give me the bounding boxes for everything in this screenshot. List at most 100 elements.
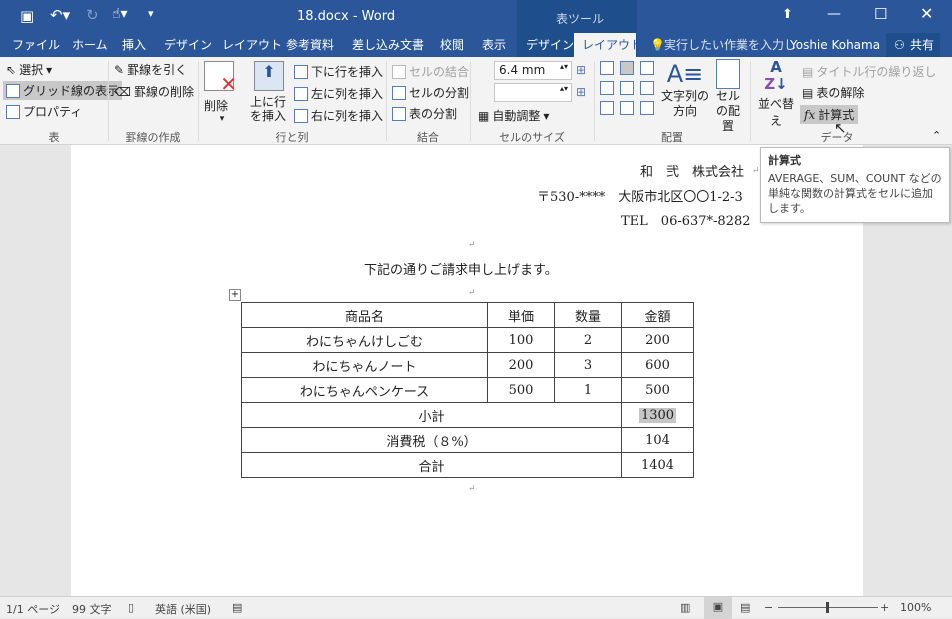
distribute-columns-icon[interactable]: ⊞ bbox=[576, 85, 586, 99]
split-table-button[interactable]: 表の分割 bbox=[392, 105, 457, 122]
language[interactable]: 英語 (米国) bbox=[155, 601, 211, 617]
tax-row: 消費税（８%） 104 bbox=[241, 427, 694, 453]
header-cell[interactable]: 金額 bbox=[621, 302, 694, 328]
header-cell[interactable]: 数量 bbox=[554, 302, 622, 328]
align-middle-right-icon[interactable] bbox=[640, 81, 654, 95]
table-row: わにちゃんペンケース 500 1 500 bbox=[241, 377, 694, 403]
print-layout-icon[interactable]: ▣ bbox=[704, 597, 732, 619]
collapse-ribbon-icon[interactable]: ⌃ bbox=[932, 129, 941, 142]
header-cell[interactable]: 商品名 bbox=[241, 302, 488, 328]
cell[interactable]: 2 bbox=[554, 327, 622, 353]
ribbon-display-icon[interactable]: ⬆ bbox=[782, 7, 793, 22]
page-count[interactable]: 1/1 ページ bbox=[6, 601, 60, 617]
touch-mode-icon[interactable]: ☝▾ bbox=[112, 6, 128, 22]
cell[interactable]: 600 bbox=[621, 352, 694, 378]
subtotal-value[interactable]: 1300 bbox=[638, 407, 677, 423]
cell[interactable]: 500 bbox=[487, 377, 555, 403]
customize-qat-icon[interactable]: ▾ bbox=[148, 7, 154, 20]
tab-design[interactable]: デザイン bbox=[160, 33, 216, 57]
insert-left-button[interactable]: 左に列を挿入 bbox=[294, 85, 383, 102]
properties-button[interactable]: プロパティ bbox=[6, 103, 82, 120]
column-width-input[interactable]: ▴▾ bbox=[494, 83, 572, 102]
tab-table-design[interactable]: デザイン bbox=[522, 33, 578, 57]
word-count[interactable]: 99 文字 bbox=[72, 601, 112, 617]
align-middle-left-icon[interactable] bbox=[600, 81, 614, 95]
cell[interactable]: わにちゃんけしごむ bbox=[241, 327, 488, 353]
zoom-slider-thumb[interactable] bbox=[826, 602, 829, 613]
read-mode-icon[interactable]: ▥ bbox=[680, 601, 690, 614]
tab-references[interactable]: 参考資料 bbox=[282, 33, 338, 57]
text-direction-icon: A≡ bbox=[666, 60, 704, 88]
tab-mailings[interactable]: 差し込み文書 bbox=[348, 33, 428, 57]
cell[interactable]: わにちゃんノート bbox=[241, 352, 488, 378]
sort-button[interactable]: A Z↓ 並べ替え bbox=[754, 59, 798, 129]
cell[interactable]: 500 bbox=[621, 377, 694, 403]
cell[interactable]: 104 bbox=[621, 427, 694, 453]
redo-icon[interactable]: ↻ bbox=[86, 6, 99, 24]
eraser-button[interactable]: ⌫ 罫線の削除 bbox=[114, 83, 194, 100]
split-cells-button[interactable]: セルの分割 bbox=[392, 84, 469, 101]
align-top-center-icon[interactable] bbox=[620, 61, 634, 75]
cell[interactable]: 小計 bbox=[241, 402, 622, 428]
close-button[interactable]: ✕ bbox=[920, 4, 933, 23]
macro-icon[interactable]: ▤ bbox=[232, 601, 242, 614]
maximize-button[interactable]: ☐ bbox=[874, 5, 887, 23]
align-bottom-left-icon[interactable] bbox=[600, 101, 614, 115]
cell[interactable]: 消費税（８%） bbox=[241, 427, 622, 453]
merge-cells-button[interactable]: セルの結合 bbox=[392, 63, 469, 80]
row-height-input[interactable]: 6.4 mm ▴▾ bbox=[494, 61, 572, 80]
cell[interactable]: 1 bbox=[554, 377, 622, 403]
user-name[interactable]: Yoshie Kohama bbox=[786, 33, 884, 57]
repeat-header-rows-button[interactable]: ▤ タイトル行の繰り返し bbox=[802, 63, 936, 80]
tab-view[interactable]: 表示 bbox=[478, 33, 510, 57]
web-layout-icon[interactable]: ▤ bbox=[740, 601, 750, 614]
cell[interactable]: 1300 bbox=[621, 402, 694, 428]
proofing-icon[interactable]: ▯ bbox=[128, 601, 134, 614]
align-bottom-center-icon[interactable] bbox=[620, 101, 634, 115]
cell[interactable]: 200 bbox=[621, 327, 694, 353]
select-button[interactable]: ⇖ 選択 ▾ bbox=[6, 61, 52, 78]
group-label-merge: 結合 bbox=[417, 131, 439, 144]
tell-me-input[interactable]: 実行したい作業を入力し bbox=[660, 33, 800, 57]
draw-table-button[interactable]: ✎ 罫線を引く bbox=[114, 61, 187, 78]
eraser-icon: ⌫ bbox=[114, 84, 131, 99]
table-move-handle[interactable]: + bbox=[229, 289, 241, 301]
convert-to-text-button[interactable]: ▤ 表の解除 bbox=[802, 84, 864, 101]
tab-review[interactable]: 校閲 bbox=[436, 33, 468, 57]
delete-table-icon: ✕ bbox=[204, 61, 237, 96]
cell-margins-button[interactable]: セルの配置 bbox=[712, 59, 744, 134]
cell[interactable]: 合計 bbox=[241, 452, 622, 478]
align-top-right-icon[interactable] bbox=[640, 61, 654, 75]
zoom-level[interactable]: 100% bbox=[900, 601, 931, 614]
ribbon: ⇖ 選択 ▾ グリッド線の表示 プロパティ 表 ✎ 罫線を引く ⌫ 罫線の削除 罫線の作… bbox=[0, 57, 952, 145]
cell[interactable]: 100 bbox=[487, 327, 555, 353]
insert-below-button[interactable]: 下に行を挿入 bbox=[294, 63, 383, 80]
zoom-in-button[interactable]: + bbox=[880, 601, 889, 614]
text-direction-button[interactable]: A≡ 文字列の方向 bbox=[660, 59, 710, 119]
undo-icon[interactable]: ↶▾ bbox=[50, 6, 70, 24]
tab-home[interactable]: ホーム bbox=[68, 33, 112, 57]
formula-button[interactable]: fx 計算式 bbox=[800, 105, 859, 124]
header-cell[interactable]: 単価 bbox=[487, 302, 555, 328]
align-top-left-icon[interactable] bbox=[600, 61, 614, 75]
minimize-button[interactable]: — bbox=[827, 6, 841, 22]
autofit-button[interactable]: ▦ 自動調整 ▾ bbox=[478, 107, 549, 124]
tab-insert[interactable]: 挿入 bbox=[118, 33, 150, 57]
share-button[interactable]: ⚇ 共有 bbox=[886, 33, 940, 57]
cell[interactable]: 3 bbox=[554, 352, 622, 378]
tab-layout[interactable]: レイアウト bbox=[218, 33, 286, 57]
align-middle-center-icon[interactable] bbox=[620, 81, 634, 95]
zoom-out-button[interactable]: − bbox=[764, 601, 773, 614]
cell[interactable]: わにちゃんペンケース bbox=[241, 377, 488, 403]
group-label-rows-cols: 行と列 bbox=[275, 131, 309, 144]
zoom-slider[interactable] bbox=[778, 602, 878, 613]
distribute-rows-icon[interactable]: ⊞ bbox=[576, 63, 586, 77]
tab-table-layout[interactable]: レイアウト bbox=[574, 33, 642, 57]
tab-file[interactable]: ファイル bbox=[8, 33, 64, 57]
save-icon[interactable]: ▣ bbox=[20, 7, 34, 25]
insert-right-button[interactable]: 右に列を挿入 bbox=[294, 107, 383, 124]
view-gridlines-button[interactable]: グリッド線の表示 bbox=[3, 81, 123, 100]
cell[interactable]: 1404 bbox=[621, 452, 694, 478]
cell[interactable]: 200 bbox=[487, 352, 555, 378]
align-bottom-right-icon[interactable] bbox=[640, 101, 654, 115]
